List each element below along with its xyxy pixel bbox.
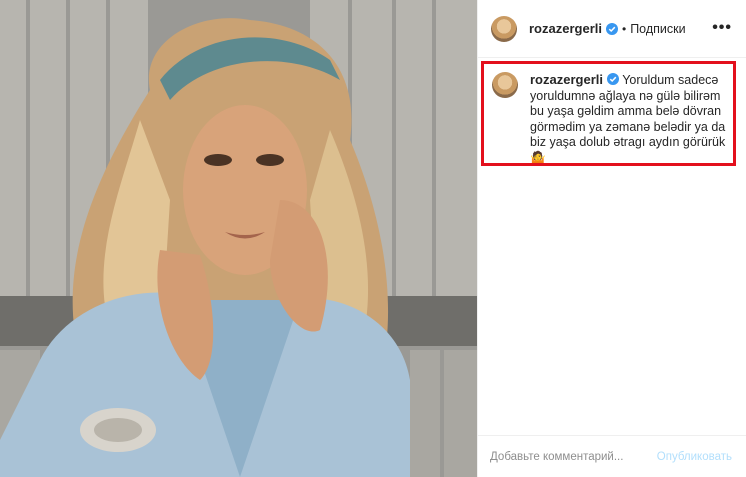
comment-input[interactable] <box>490 450 640 463</box>
separator-dot: • <box>621 21 627 36</box>
header-username[interactable]: rozazergerli <box>529 21 602 36</box>
publish-button[interactable]: Опубликовать <box>657 451 732 463</box>
caption-highlight-box <box>481 61 736 166</box>
avatar[interactable] <box>491 15 517 42</box>
woman-portrait-image <box>0 0 477 477</box>
post-photo[interactable] <box>0 0 477 477</box>
comment-bar: Опубликовать <box>478 435 746 477</box>
verified-badge-icon <box>605 22 618 35</box>
post-header: rozazergerli • Подписки ••• <box>478 0 746 58</box>
following-button[interactable]: Подписки <box>630 22 685 36</box>
more-options-icon[interactable]: ••• <box>712 20 732 36</box>
